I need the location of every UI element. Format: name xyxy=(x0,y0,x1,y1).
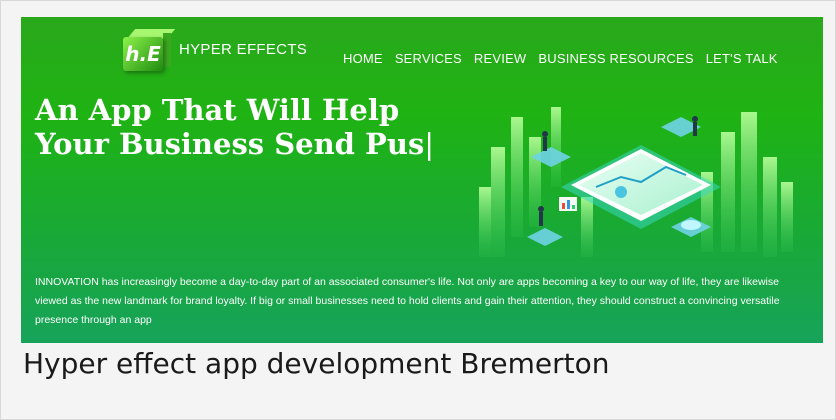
typing-cursor: | xyxy=(424,127,435,161)
image-caption: Hyper effect app development Bremerton xyxy=(23,347,610,380)
nav-review[interactable]: REVIEW xyxy=(474,51,526,66)
logo-name: HYPER EFFECTS xyxy=(179,40,308,58)
hero-description: INNOVATION has increasingly become a day… xyxy=(35,276,780,326)
image-frame: h.E HYPER EFFECTS HOME SERVICES REVIEW B… xyxy=(0,0,836,420)
nav-business-resources[interactable]: BUSINESS RESOURCES xyxy=(538,51,693,66)
hero-banner: h.E HYPER EFFECTS HOME SERVICES REVIEW B… xyxy=(21,17,823,343)
hero-headline: An App That Will Help Your Business Send… xyxy=(35,93,455,161)
headline-line-1: An App That Will Help xyxy=(35,93,400,127)
main-nav: HOME SERVICES REVIEW BUSINESS RESOURCES … xyxy=(343,51,778,66)
nav-lets-talk[interactable]: LET'S TALK xyxy=(706,51,778,66)
site-logo[interactable]: h.E HYPER EFFECTS xyxy=(121,27,307,71)
headline-line-2: Your Business Send Pus| xyxy=(35,127,455,161)
logo-mark: h.E xyxy=(123,37,163,71)
nav-services[interactable]: SERVICES xyxy=(395,51,462,66)
chart-card xyxy=(559,197,577,211)
isometric-app-city-icon xyxy=(479,107,793,257)
headline-line-2-text: Your Business Send Pus xyxy=(35,127,425,161)
logo-cube-side xyxy=(163,33,171,67)
nav-home[interactable]: HOME xyxy=(343,51,383,66)
logo-cube-icon: h.E xyxy=(121,27,176,71)
